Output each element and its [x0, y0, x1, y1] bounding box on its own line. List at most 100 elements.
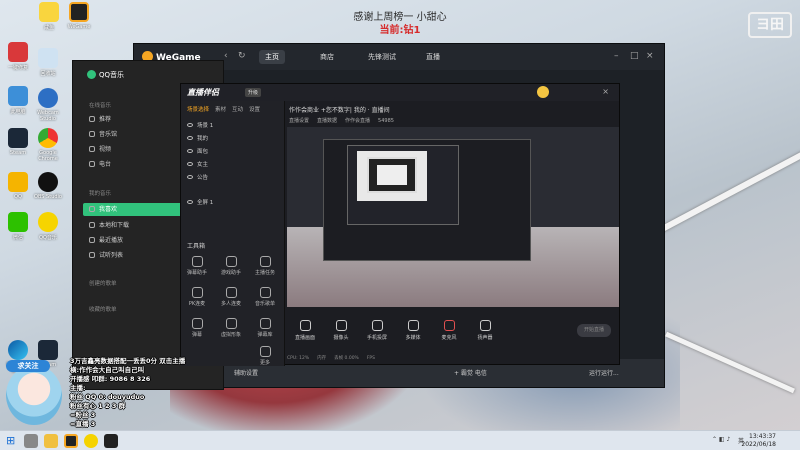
- screen-button[interactable]: 直播画面: [291, 320, 319, 341]
- music-icon: [89, 131, 95, 137]
- qq-music-logo-icon: [87, 70, 96, 79]
- nested-preview: [377, 165, 407, 185]
- close-icon[interactable]: ×: [602, 87, 609, 96]
- desktop-icon-wegame[interactable]: WeGame: [64, 2, 94, 30]
- tool-music[interactable]: 音乐歌单: [251, 287, 279, 307]
- wegame-tab-live[interactable]: 直播: [420, 50, 446, 64]
- follow-badge: 求关注: [6, 360, 50, 372]
- eye-icon: [187, 149, 193, 153]
- mic-button[interactable]: 麦克风: [435, 320, 463, 341]
- chat-line: =粉丝 3: [70, 411, 96, 419]
- tool-icon: [191, 287, 203, 298]
- scene-item[interactable]: 公告: [187, 173, 281, 184]
- camera-button[interactable]: 摄像头: [327, 320, 355, 341]
- tool-multi[interactable]: 多人连麦: [217, 287, 245, 307]
- speaker-button[interactable]: 扬声器: [471, 320, 499, 341]
- wegame-tab-home[interactable]: 主页: [259, 50, 285, 64]
- eye-icon: [187, 175, 193, 179]
- qq-icon: [8, 172, 28, 192]
- qq-music-taskbar-icon[interactable]: [84, 434, 98, 448]
- phone-icon: [371, 320, 383, 331]
- user-avatar[interactable]: [537, 86, 549, 98]
- recycle-bin-icon: [38, 48, 58, 68]
- wegame-taskbar-icon[interactable]: [64, 434, 78, 448]
- desktop-icon-steam-1[interactable]: Steam: [3, 128, 33, 156]
- steam-icon: [38, 340, 58, 360]
- wechat-icon: [8, 212, 28, 232]
- windows-start-icon[interactable]: ⊞: [6, 435, 16, 446]
- taskbar: ⊞ ⌃ ◧ ♪ 英 13:43:37 2022/06/18: [0, 430, 800, 450]
- scene-tabs: 场景选择 素材 互动 设置: [187, 105, 266, 113]
- media-button[interactable]: 多媒体: [399, 320, 427, 341]
- eye-icon: [187, 162, 193, 166]
- minimize-icon[interactable]: –: [614, 51, 619, 61]
- tool-icon: [225, 256, 237, 267]
- desktop-icon-xianyu[interactable]: 咸鱼: [34, 2, 64, 31]
- tab-settings[interactable]: 设置: [249, 107, 260, 113]
- desktop-icon-webcam[interactable]: Webcam Studio: [33, 88, 63, 122]
- refresh-icon[interactable]: ↻: [238, 51, 246, 61]
- channel-watermark: ヨ田: [748, 12, 792, 38]
- tool-avatar[interactable]: 虚拟形象: [217, 318, 245, 338]
- live-app-logo: 直播伴侣: [187, 88, 219, 97]
- scene-item[interactable]: 场景 1: [187, 121, 281, 132]
- video-icon: [89, 146, 95, 152]
- scene-item[interactable]: 我的: [187, 134, 281, 145]
- tab-material[interactable]: 素材: [215, 107, 226, 113]
- live-sub-info: 直播设置 直播数据 作作会直播 54985: [289, 118, 394, 124]
- live-preview: [287, 127, 619, 307]
- tool-pk[interactable]: PK连麦: [183, 287, 211, 307]
- tool-task[interactable]: 主播任务: [251, 256, 279, 276]
- start-live-button[interactable]: 开始直播: [577, 324, 611, 337]
- scene-item[interactable]: 面包: [187, 147, 281, 158]
- clock[interactable]: 13:43:37 2022/06/18: [741, 433, 776, 449]
- tool-icon: [225, 318, 237, 329]
- phone-cast-button[interactable]: 手机投屏: [363, 320, 391, 341]
- tool-danmu[interactable]: 弹幕: [183, 318, 211, 338]
- search-icon[interactable]: [24, 434, 38, 448]
- app-icon: [39, 2, 59, 22]
- close-icon[interactable]: ×: [646, 51, 654, 61]
- wegame-tab-pioneer[interactable]: 先锋测试: [362, 50, 402, 64]
- network-status: + 霸觉 电信: [454, 370, 487, 377]
- tool-danmu-helper[interactable]: 弹幕助手: [183, 256, 211, 276]
- tab-scene[interactable]: 场景选择: [187, 107, 209, 113]
- upgrade-badge[interactable]: 升级: [245, 88, 262, 97]
- eye-icon: [187, 136, 193, 140]
- monitor-icon: [299, 320, 311, 331]
- scene-item[interactable]: 女主: [187, 160, 281, 171]
- wegame-tab-store[interactable]: 商店: [314, 50, 340, 64]
- scene-item[interactable]: 全屏 1: [187, 198, 281, 209]
- explorer-icon[interactable]: [44, 434, 58, 448]
- desktop-icon-obs[interactable]: OBS Studio: [33, 172, 63, 200]
- live-taskbar-icon[interactable]: [104, 434, 118, 448]
- computer-icon: [8, 86, 28, 106]
- back-icon[interactable]: ‹: [224, 51, 228, 61]
- desktop-icon-qqmusic[interactable]: QQ音乐: [33, 212, 63, 241]
- desktop-icon-qq[interactable]: QQ: [3, 172, 33, 200]
- wallpaper-blade-lower: [665, 331, 795, 394]
- desktop-icon-recycle[interactable]: 回收站: [33, 48, 63, 77]
- eye-icon: [187, 200, 193, 204]
- qq-section-created: 创建的歌单: [89, 281, 117, 287]
- maximize-icon[interactable]: □: [630, 51, 639, 61]
- desktop-icon-fix[interactable]: 一键修复: [3, 42, 33, 71]
- tool-library[interactable]: 弹幕库: [251, 318, 279, 338]
- desktop-icon-computer[interactable]: 此电脑: [3, 86, 33, 115]
- tool-icon: [191, 318, 203, 329]
- live-companion-window[interactable]: 直播伴侣 升级 × 场景选择 素材 互动 设置 场景 1 我的 面包 女主 公告 全屏…: [180, 83, 620, 366]
- desktop-icon-wechat[interactable]: 微信: [3, 212, 33, 241]
- desktop-icon-chrome[interactable]: Google Chrome: [33, 128, 63, 162]
- qq-music-icon: [38, 212, 58, 232]
- tool-icon: [259, 318, 271, 329]
- tool-icon: [191, 256, 203, 267]
- tray-icons[interactable]: ⌃ ◧ ♪: [712, 436, 730, 443]
- launch-game-button[interactable]: 运行运行...: [589, 368, 619, 377]
- tool-game-helper[interactable]: 游戏助手: [217, 256, 245, 276]
- camera-icon: [335, 320, 347, 331]
- chat-line: 粉丝有心 1 2 3 群: [70, 402, 126, 410]
- tab-interact[interactable]: 互动: [232, 107, 243, 113]
- live-statusbar: CPU: 12% 内存 丢帧 0.00% FPS: [287, 356, 376, 361]
- steam-icon: [8, 128, 28, 148]
- stream-rank-text: 当前:钻1: [379, 25, 421, 36]
